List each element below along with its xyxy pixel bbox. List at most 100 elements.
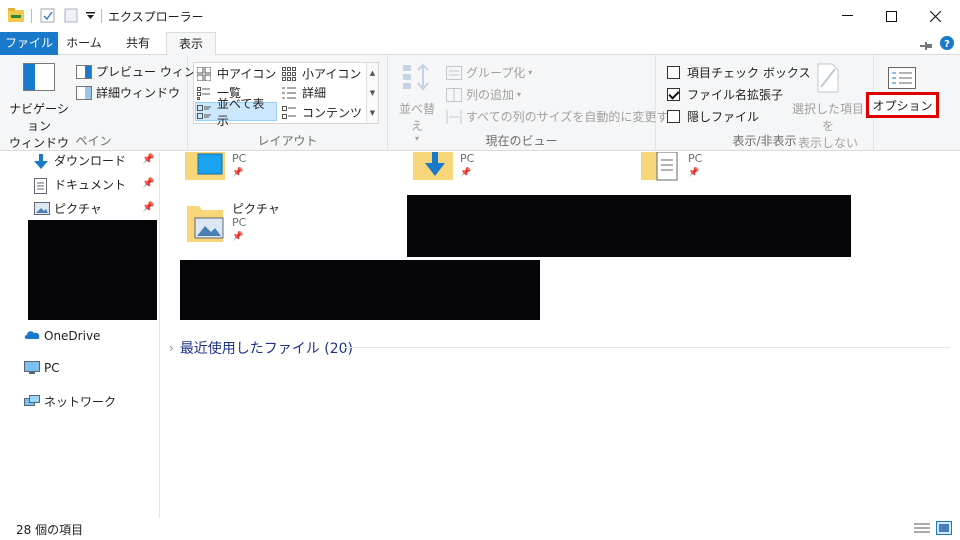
details-view-icon[interactable]: [914, 522, 930, 539]
ribbon-tabs: ファイル ホーム 共有 表示 ?: [0, 32, 960, 56]
medium-icons-icon: [196, 66, 213, 81]
redacted-region: [28, 220, 157, 320]
list-icon: [197, 86, 213, 100]
group-layout-label: レイアウト: [257, 134, 318, 148]
file-extensions-checkbox[interactable]: [667, 88, 680, 101]
details-pane-button[interactable]: 詳細ウィンドウ: [76, 84, 180, 101]
hide-selected-icon: [815, 63, 841, 96]
size-columns-button[interactable]: すべての列のサイズを自動的に変更する: [446, 108, 680, 125]
layout-medium-icons[interactable]: 中アイコン: [196, 64, 277, 83]
file-extensions-toggle[interactable]: ファイル名拡張子: [667, 86, 783, 103]
layout-tiles-label: 並べて表示: [216, 96, 265, 128]
documents-folder-icon: [641, 151, 681, 185]
scroll-down-icon[interactable]: ▼: [367, 83, 378, 103]
small-icons-icon: [282, 66, 298, 81]
recent-files-group-header[interactable]: › 最近使用したファイル (20): [169, 338, 353, 358]
ribbon: ナビゲーション ウィンドウ ▾ プレビュー ウィンドウ 詳細ウィンドウ ペイン …: [0, 55, 960, 164]
nav-item-downloads[interactable]: ダウンロード: [34, 152, 126, 169]
preview-pane-icon: [76, 64, 92, 79]
details-pane-icon: [76, 85, 92, 100]
close-button[interactable]: [912, 0, 958, 32]
downloads-folder-icon: [413, 152, 453, 185]
tab-file[interactable]: ファイル: [0, 32, 58, 55]
nav-item-label: ピクチャ: [54, 202, 102, 216]
layout-tiles[interactable]: 並べて表示: [195, 97, 277, 128]
tile-name: ピクチャ: [232, 202, 280, 216]
pin-icon[interactable]: 📌: [142, 178, 154, 189]
item-checkboxes-checkbox[interactable]: [667, 66, 680, 79]
group-show-hide-label: 表示/非表示: [732, 134, 797, 148]
large-icons-view-icon[interactable]: [936, 521, 952, 538]
pictures-folder-icon: [185, 202, 225, 247]
details-icon: [282, 86, 298, 100]
layout-medium-icons-label: 中アイコン: [217, 67, 277, 81]
layout-content[interactable]: コンテンツ: [282, 103, 362, 122]
navigation-pane-icon: [23, 63, 55, 94]
hidden-items-toggle[interactable]: 隠しファイル: [667, 108, 759, 125]
pin-ribbon-icon[interactable]: [920, 39, 932, 53]
options-button[interactable]: オプション: [866, 92, 939, 118]
tab-share[interactable]: 共有: [112, 32, 164, 55]
sort-button[interactable]: 並べ替え ▾: [394, 63, 440, 143]
add-column-button[interactable]: 列の追加 ▾: [446, 86, 521, 103]
add-column-label: 列の追加: [466, 88, 515, 102]
document-icon: [34, 177, 50, 194]
navigation-pane-button[interactable]: ナビゲーション ウィンドウ ▾: [6, 63, 72, 165]
svg-text:?: ?: [944, 39, 950, 50]
file-extensions-label: ファイル名拡張子: [687, 88, 784, 102]
tab-view[interactable]: 表示: [166, 32, 216, 56]
folder-tile[interactable]: PC 📌: [413, 152, 613, 186]
network-icon: [24, 394, 40, 409]
tile-location: PC: [460, 152, 475, 165]
minimize-button[interactable]: [824, 0, 870, 32]
pin-icon[interactable]: 📌: [142, 154, 154, 165]
sort-icon: [401, 63, 433, 94]
pin-icon: 📌: [688, 168, 700, 178]
computer-icon: [24, 361, 40, 375]
group-by-button[interactable]: グループ化 ▾: [446, 64, 532, 81]
nav-item-pictures[interactable]: ピクチャ: [34, 200, 102, 217]
new-folder-icon[interactable]: [64, 8, 79, 26]
folder-tile[interactable]: ピクチャ PC 📌: [185, 200, 385, 248]
pin-icon[interactable]: 📌: [142, 202, 154, 213]
tiles-icon: [197, 104, 213, 119]
more-icon[interactable]: ▼: [367, 103, 378, 123]
folder-icon: [8, 8, 24, 25]
group-pane-label: ペイン: [75, 134, 112, 148]
size-columns-icon: [446, 109, 462, 124]
options-icon: [888, 67, 916, 92]
pictures-icon: [34, 201, 50, 216]
nav-item-network[interactable]: ネットワーク: [24, 393, 116, 410]
properties-icon[interactable]: [40, 8, 55, 26]
redacted-region: [407, 195, 851, 257]
redacted-region: [180, 260, 540, 320]
nav-item-label: ドキュメント: [54, 178, 127, 192]
maximize-button[interactable]: [868, 0, 914, 32]
group-by-icon: [446, 65, 462, 80]
hide-selected-label-1: 選択した項目を: [791, 102, 864, 133]
nav-item-onedrive[interactable]: OneDrive: [24, 329, 100, 343]
navigation-pane-label-1: ナビゲーション: [9, 102, 69, 133]
navigation-pane: ダウンロード 📌 ドキュメント 📌 ピクチャ 📌 OneDrive PC ネット…: [0, 152, 160, 518]
nav-item-pc[interactable]: PC: [24, 361, 60, 375]
add-column-icon: [446, 87, 462, 102]
layout-details[interactable]: 詳細: [282, 83, 326, 102]
layout-small-icons[interactable]: 小アイコン: [282, 64, 361, 83]
nav-item-documents[interactable]: ドキュメント: [34, 176, 127, 194]
details-pane-label: 詳細ウィンドウ: [96, 86, 181, 100]
tile-location: PC: [232, 152, 247, 165]
layout-gallery-scrollbar[interactable]: ▲ ▼ ▼: [366, 63, 378, 123]
scroll-up-icon[interactable]: ▲: [367, 63, 378, 83]
hidden-items-checkbox[interactable]: [667, 110, 680, 123]
folder-tile[interactable]: PC 📌: [185, 152, 385, 186]
tile-location: PC: [232, 216, 247, 229]
group-by-label: グループ化: [466, 66, 526, 80]
customize-toolbar-icon[interactable]: [86, 10, 95, 24]
help-icon[interactable]: ?: [940, 36, 954, 53]
layout-small-icons-label: 小アイコン: [302, 67, 362, 81]
folder-tile[interactable]: PC 📌: [641, 151, 841, 186]
layout-details-label: 詳細: [302, 86, 327, 100]
layout-gallery: 中アイコン 小アイコン 一覧 詳細 並べて表示 コンテンツ ▲ ▼ ▼: [193, 62, 379, 128]
tab-home[interactable]: ホーム: [58, 32, 110, 55]
group-divider: [342, 347, 950, 348]
